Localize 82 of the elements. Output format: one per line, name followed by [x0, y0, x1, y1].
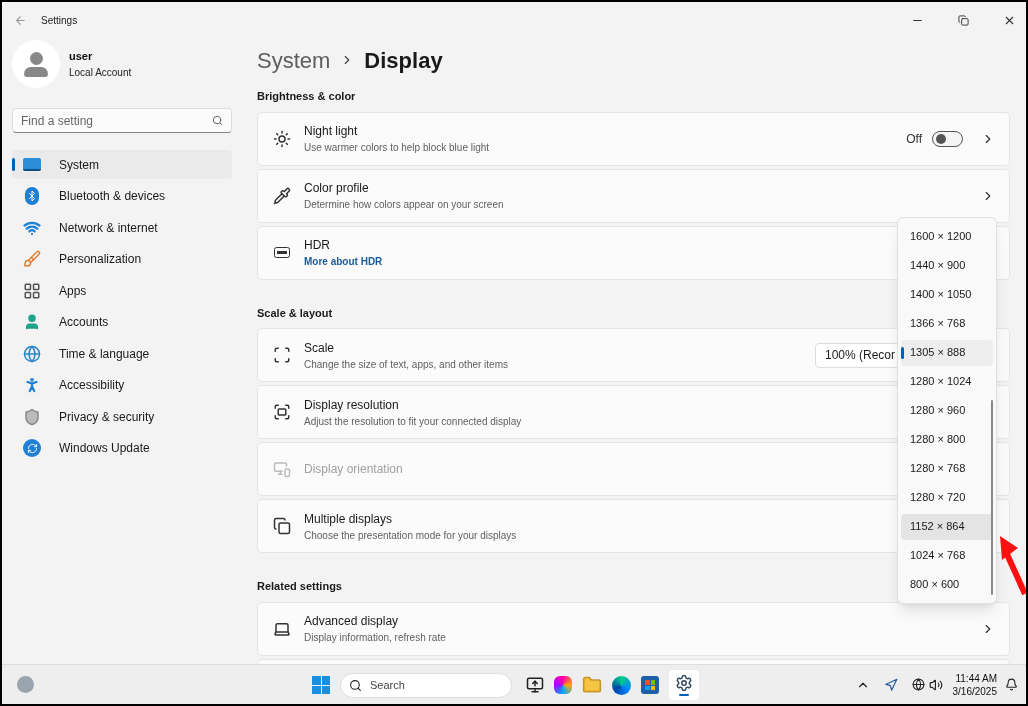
setting-title: Advanced display: [304, 613, 399, 630]
setting-description: Use warmer colors to help block blue light: [304, 141, 490, 155]
setting-description: Determine how colors appear on your screen: [304, 198, 504, 212]
bell-icon[interactable]: [1005, 678, 1018, 691]
apps-icon: [23, 281, 41, 300]
nav-item[interactable]: System: [12, 150, 232, 179]
nav-item[interactable]: Accessibility: [12, 370, 232, 400]
avatar-icon: [12, 40, 60, 88]
scale-icon: [273, 346, 291, 364]
settings-search-field[interactable]: Find a setting: [12, 108, 232, 133]
bluetooth-icon: [25, 187, 39, 205]
hdr-link[interactable]: More about HDR: [304, 254, 383, 269]
setting-title: Night light: [304, 123, 358, 140]
page-title: Display: [364, 46, 443, 75]
brush-icon: [23, 250, 41, 268]
resolution-option[interactable]: 1280 × 768: [901, 455, 993, 482]
section-heading: Related settings: [257, 579, 342, 594]
nav-item[interactable]: Bluetooth & devices: [12, 181, 232, 211]
resolution-option[interactable]: 1152 × 864: [901, 513, 993, 540]
setting-title: Multiple displays: [304, 510, 393, 528]
account-name: user: [69, 49, 94, 65]
setting-title: Scale: [304, 339, 335, 357]
shield-icon: [23, 407, 41, 426]
nav-item[interactable]: Personalization: [12, 244, 232, 274]
resolution-option[interactable]: 1400 × 1050: [901, 281, 993, 308]
search-icon: [349, 678, 362, 692]
setting-card[interactable]: Color profile Determine how colors appear on your screen: [257, 168, 1010, 223]
volume-icon[interactable]: [928, 677, 943, 692]
task-view-icon[interactable]: [526, 676, 544, 694]
nav-item[interactable]: Windows Update: [12, 433, 232, 463]
resolution-option[interactable]: 1440 × 900: [901, 252, 993, 279]
nav-item[interactable]: Time & language: [12, 339, 232, 368]
resolution-option[interactable]: 1280 × 960: [901, 397, 993, 424]
pipette-icon: [273, 186, 291, 205]
resolution-option[interactable]: 1305 × 888: [901, 339, 993, 366]
account-type: Local Account: [69, 65, 132, 80]
setting-card[interactable]: Advanced display Display information, refresh rate: [257, 601, 1010, 656]
settings-taskbar-button[interactable]: [669, 670, 699, 700]
orientation-icon: [273, 460, 291, 478]
setting-description: Display information, refresh rate: [304, 631, 446, 645]
resolution-option[interactable]: 1600 × 1200: [901, 223, 993, 250]
hdr-icon: [274, 247, 290, 258]
section-heading: Brightness & color: [257, 89, 356, 104]
setting-card[interactable]: Night light Use warmer colors to help block blue light Off: [257, 111, 1010, 166]
clock-date[interactable]: 3/16/2025: [952, 684, 997, 698]
taskbar-search-box[interactable]: Search: [340, 672, 512, 698]
window-title: Settings: [41, 13, 78, 28]
setting-description: Choose the presentation mode for your displays: [304, 528, 517, 543]
monitor-icon: [23, 158, 41, 171]
setting-description: Change the size of text, apps, and other items: [304, 357, 508, 372]
setting-title: Color profile: [304, 180, 369, 197]
update-icon: [23, 439, 41, 457]
displays-icon: [273, 517, 291, 535]
accessibility-icon: [23, 376, 41, 394]
scrollbar-thumb[interactable]: [991, 400, 993, 595]
person-icon: [23, 313, 41, 331]
sun-icon: [273, 129, 291, 148]
back-icon[interactable]: [14, 13, 27, 27]
setting-title: Display resolution: [304, 396, 399, 414]
toggle-state-label: Off: [906, 130, 922, 148]
setting-description: Adjust the resolution to fit your connected display: [304, 414, 522, 429]
location-icon[interactable]: [883, 677, 898, 692]
store-icon[interactable]: [641, 676, 659, 694]
setting-title: Display orientation: [304, 461, 403, 478]
nav-item[interactable]: Accounts: [12, 307, 232, 337]
network-icon[interactable]: [911, 678, 925, 691]
nav-item[interactable]: Privacy & security: [12, 402, 232, 431]
breadcrumb-parent[interactable]: System: [257, 43, 331, 77]
arrow-drawing: [1000, 534, 1026, 596]
settings-icon: [675, 674, 693, 692]
resolution-icon: [273, 403, 291, 421]
restore-icon[interactable]: [958, 14, 969, 26]
browser-icon[interactable]: [612, 675, 631, 695]
nav-item[interactable]: Apps: [12, 276, 232, 305]
resolution-option[interactable]: 800 × 600: [901, 571, 993, 598]
search-icon: [212, 115, 223, 126]
nav-item[interactable]: Network & internet: [12, 213, 232, 242]
section-heading: Scale & layout: [257, 305, 333, 321]
start-icon[interactable]: [312, 676, 330, 694]
night-light-toggle[interactable]: [932, 130, 963, 147]
clock-time[interactable]: 11:44 AM: [955, 671, 997, 685]
setting-title: HDR: [304, 237, 330, 254]
